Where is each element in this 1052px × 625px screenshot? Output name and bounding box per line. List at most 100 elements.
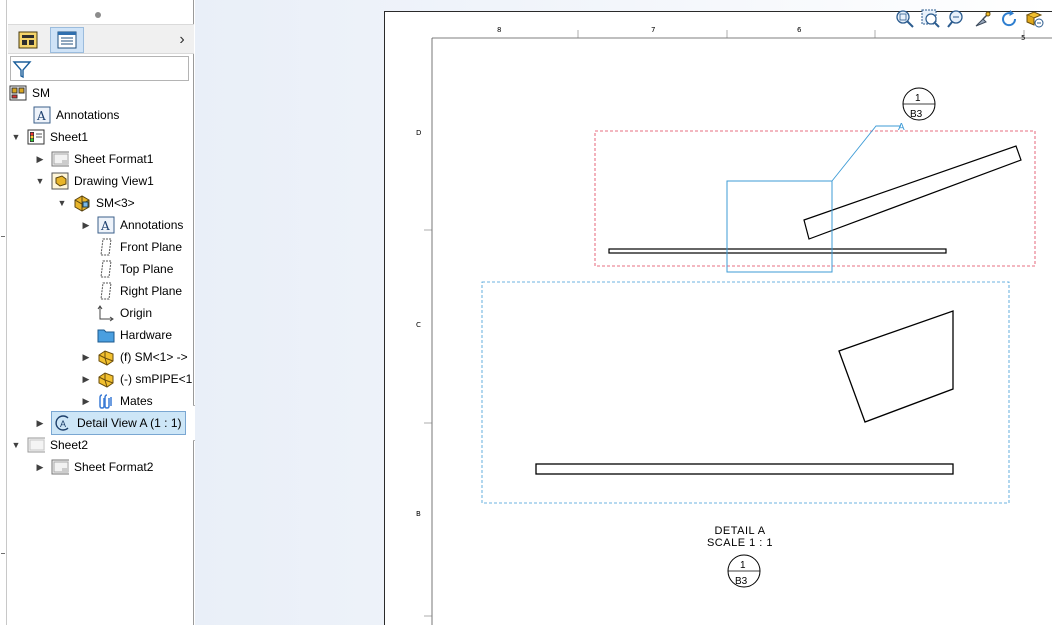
tree-item-sheet-format2[interactable]: ▶ Sheet Format2 xyxy=(35,456,153,478)
tree-item-label: Hardware xyxy=(120,328,173,342)
tree-item-mates[interactable]: ▶ Mates xyxy=(81,390,153,412)
tree-item-label: Mates xyxy=(120,394,153,408)
tree-item-smpipe1[interactable]: ▶ (-) smPIPE<1 xyxy=(81,368,192,390)
expand-arrow-icon[interactable]: ▶ xyxy=(81,374,91,384)
bubble-bottom-text: B3 xyxy=(735,576,748,587)
drawing-canvas: 8 7 6 5 D C B A 1 B3 1 B3 xyxy=(416,26,1052,625)
zoom-to-area-icon[interactable] xyxy=(920,8,942,30)
tree-item-label: (f) SM<1> -> xyxy=(120,350,188,364)
tree-item-sheet1[interactable]: ▼ Sheet1 xyxy=(11,126,88,148)
tree-item-drawing-view1[interactable]: ▼ Drawing View1 xyxy=(35,170,154,192)
plane-icon xyxy=(97,282,115,300)
tree-item-hardware[interactable]: Hardware xyxy=(97,324,172,346)
drawing-view-icon xyxy=(51,172,69,190)
collapse-arrow-icon[interactable]: ▼ xyxy=(35,176,45,186)
select-icon[interactable] xyxy=(972,8,994,30)
view-settings-icon[interactable] xyxy=(1024,8,1046,30)
filter-icon xyxy=(12,61,32,79)
detail-view-plate[interactable] xyxy=(535,463,954,475)
expand-arrow-icon[interactable]: ▶ xyxy=(35,418,45,428)
drawing-icon xyxy=(9,84,27,102)
tree-item-label: Sheet2 xyxy=(50,438,89,452)
tree-item-sm3[interactable]: ▼ SM<3> xyxy=(57,192,135,214)
bubble-top-text: 1 xyxy=(915,93,921,104)
mates-icon xyxy=(97,392,115,410)
tree-item-sm1[interactable]: ▶ (f) SM<1> -> xyxy=(81,346,188,368)
detail-letter-label: A xyxy=(898,122,905,133)
tree-item-label: Drawing View1 xyxy=(74,174,154,188)
view1-tilted-bar[interactable] xyxy=(803,145,1022,240)
tree-item-annotations[interactable]: A Annotations xyxy=(33,104,119,126)
part-icon xyxy=(97,370,115,388)
chevron-right-icon[interactable]: › xyxy=(174,29,190,51)
annotations-icon: A xyxy=(97,216,115,234)
zone-column-label: 6 xyxy=(797,26,802,34)
tree-item-label: Detail View A (1 : 1) xyxy=(77,416,182,430)
view1-plate[interactable] xyxy=(608,248,947,254)
drawing-view1-boundary[interactable] xyxy=(594,130,1036,267)
detail-leader xyxy=(831,125,901,182)
tree-item-label: Origin xyxy=(120,306,153,320)
gutter-mark xyxy=(1,553,5,554)
sheet-format-icon xyxy=(51,458,69,476)
zone-column-label: 7 xyxy=(651,26,655,34)
panel-grip[interactable] xyxy=(95,12,101,18)
collapse-arrow-icon[interactable]: ▼ xyxy=(11,132,21,142)
tree-item-sheet2[interactable]: ▼ Sheet2 xyxy=(11,434,88,456)
zone-row-label: D xyxy=(416,129,421,137)
tree-item-root[interactable]: SM xyxy=(9,82,50,104)
tab-property-manager[interactable] xyxy=(50,27,84,53)
expand-arrow-icon[interactable]: ▶ xyxy=(81,352,91,362)
assembly-icon xyxy=(73,194,91,212)
sheet-icon xyxy=(27,436,45,454)
feature-manager-icon xyxy=(18,31,38,49)
collapse-arrow-icon[interactable]: ▼ xyxy=(57,198,67,208)
rotate-icon[interactable] xyxy=(998,8,1020,30)
bubble-top-text: 1 xyxy=(740,560,746,571)
part-icon xyxy=(97,348,115,366)
tree-item-label: Sheet Format2 xyxy=(74,460,154,474)
bubble-bottom-text: B3 xyxy=(910,109,923,120)
plane-icon xyxy=(97,238,115,256)
tree-item-annotations-nested[interactable]: ▶ A Annotations xyxy=(81,214,183,236)
zoom-in-out-icon[interactable] xyxy=(946,8,968,30)
expand-arrow-icon[interactable]: ▶ xyxy=(81,396,91,406)
tree-item-label: Top Plane xyxy=(120,262,174,276)
tree-item-label: Annotations xyxy=(120,218,184,232)
selection-highlight: A Detail View A (1 : 1) xyxy=(51,411,186,435)
tree-item-right-plane[interactable]: Right Plane xyxy=(97,280,182,302)
zoom-to-fit-icon[interactable] xyxy=(894,8,916,30)
heads-up-toolbar xyxy=(894,8,1046,32)
detail-caption[interactable]: DETAIL A SCALE 1 : 1 xyxy=(695,525,785,549)
sheet-format-icon xyxy=(51,150,69,168)
feature-manager-panel: › SM A Annotations ▼ Sheet1 ▶ Sheet Form… xyxy=(7,0,194,625)
left-gutter xyxy=(0,0,7,625)
detail-view-icon: A xyxy=(54,414,72,432)
zone-column-label: 5 xyxy=(1021,34,1025,42)
tree-item-origin[interactable]: Origin xyxy=(97,302,152,324)
gutter-mark xyxy=(1,236,5,237)
svg-text:A: A xyxy=(60,419,66,429)
tree-item-front-plane[interactable]: Front Plane xyxy=(97,236,182,258)
property-manager-icon xyxy=(57,31,77,49)
tree-item-label: SM xyxy=(32,86,50,100)
tree-item-top-plane[interactable]: Top Plane xyxy=(97,258,173,280)
zone-column-label: 8 xyxy=(497,26,501,34)
tree-item-sheet-format1[interactable]: ▶ Sheet Format1 xyxy=(35,148,153,170)
tree-item-detail-view-a[interactable]: ▶ A Detail View A (1 : 1) xyxy=(35,411,186,435)
expand-arrow-icon[interactable]: ▶ xyxy=(35,154,45,164)
detail-caption-title: DETAIL A xyxy=(714,525,766,537)
tree-item-label: (-) smPIPE<1 xyxy=(120,372,193,386)
folder-icon xyxy=(97,326,115,344)
tree-item-label: Sheet1 xyxy=(50,130,89,144)
graphics-area[interactable]: 8 7 6 5 D C B A 1 B3 1 B3 DETAIL A SCALE… xyxy=(195,0,1052,625)
tab-feature-manager[interactable] xyxy=(11,27,45,53)
collapse-arrow-icon[interactable]: ▼ xyxy=(11,440,21,450)
detail-caption-scale: SCALE 1 : 1 xyxy=(706,537,774,549)
tree-filter[interactable] xyxy=(10,56,189,81)
detail-view-angled-part[interactable] xyxy=(838,310,954,423)
annotations-icon: A xyxy=(33,106,51,124)
expand-arrow-icon[interactable]: ▶ xyxy=(35,462,45,472)
tree-item-label: Annotations xyxy=(56,108,120,122)
expand-arrow-icon[interactable]: ▶ xyxy=(81,220,91,230)
